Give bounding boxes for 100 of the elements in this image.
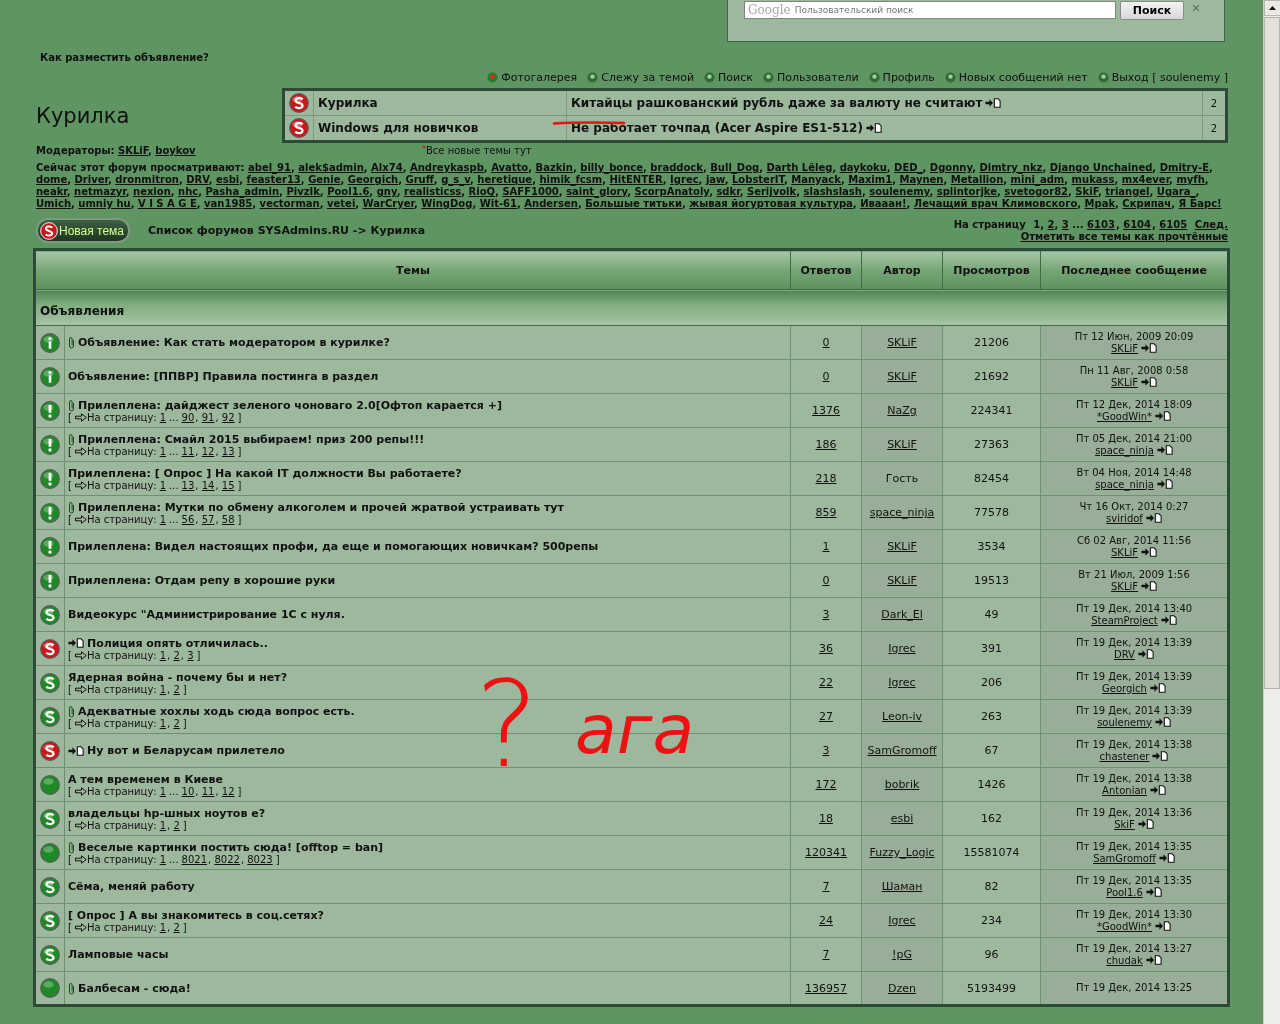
replies-link[interactable]: 0	[822, 370, 830, 383]
goto-post-icon[interactable]	[68, 638, 84, 648]
goto-post-icon[interactable]	[1137, 818, 1154, 829]
goto-post-icon[interactable]	[1155, 920, 1172, 931]
page-link[interactable]: 13	[181, 479, 195, 491]
page-link[interactable]: 1	[159, 445, 167, 457]
nav-link[interactable]: Новых сообщений нет	[944, 71, 1088, 84]
goto-post-icon[interactable]	[1145, 512, 1162, 523]
replies-link[interactable]: 859	[815, 506, 837, 519]
page-link[interactable]: 1	[159, 819, 167, 831]
page-link[interactable]: 8021	[181, 853, 208, 865]
topic-link[interactable]: владельцы hp-шных ноутов е?	[68, 806, 266, 820]
replies-link[interactable]: 27	[819, 710, 833, 723]
topic-link[interactable]: Прилеплена: Отдам репу в хорошие руки	[68, 574, 336, 587]
user-link[interactable]: SkiF	[1075, 186, 1098, 197]
topic-link[interactable]: Балбесам - сюда!	[78, 981, 191, 995]
replies-link[interactable]: 0	[822, 574, 830, 587]
page-link[interactable]: 1	[159, 513, 167, 525]
user-link[interactable]: жывая йогуртовая культура	[689, 198, 853, 209]
user-link[interactable]: SKLiF	[117, 145, 148, 156]
user-link[interactable]: vectorman	[259, 198, 320, 209]
page-link[interactable]: 1	[159, 921, 167, 933]
user-link[interactable]: sdkr	[716, 186, 740, 197]
author-link[interactable]: SKLiF	[887, 336, 917, 349]
user-link[interactable]: Alx74	[371, 162, 403, 173]
page-link[interactable]: 2	[173, 649, 180, 661]
scroll-up-button[interactable]	[1264, 0, 1280, 16]
replies-link[interactable]: 172	[815, 778, 837, 791]
page-link[interactable]: 12	[201, 445, 215, 457]
author-link[interactable]: chastener	[1099, 750, 1150, 762]
replies-link[interactable]: 7	[822, 948, 830, 961]
user-link[interactable]: dronmitron	[115, 174, 179, 185]
topic-link[interactable]: Прилеплена: Смайл 2015 выбираем! приз 200 репы!!!	[78, 432, 425, 446]
replies-link[interactable]: 1376	[812, 404, 840, 417]
author-link[interactable]: sviridof	[1106, 512, 1143, 524]
author-link[interactable]: SKLiF	[887, 574, 917, 587]
page-link[interactable]: 1	[159, 683, 167, 695]
author-link[interactable]: Dzen	[888, 981, 916, 995]
author-link[interactable]: SKLiF	[1111, 580, 1138, 592]
replies-link[interactable]: 24	[819, 914, 833, 927]
user-link[interactable]: daykoku	[839, 162, 887, 173]
page-link[interactable]: 58	[221, 513, 235, 525]
author-link[interactable]: soulenemy	[1097, 716, 1152, 728]
nav-link[interactable]: Пользователи	[762, 71, 859, 84]
page-link[interactable]: 1	[159, 411, 167, 423]
goto-post-icon[interactable]	[1141, 376, 1157, 387]
page-link[interactable]: 8022	[214, 853, 240, 865]
search-field[interactable]: Пользовательский поиск	[794, 5, 1095, 15]
user-link[interactable]: triangel	[1105, 186, 1150, 197]
page-link[interactable]: 57	[201, 513, 215, 525]
user-link[interactable]: jaw	[705, 174, 725, 185]
page-link[interactable]: 8023	[247, 853, 273, 865]
author-link[interactable]: SKLiF	[887, 540, 917, 553]
user-link[interactable]: splintorjke	[936, 186, 997, 197]
author-link[interactable]: SKLiF	[887, 438, 917, 451]
page-link[interactable]: 6103	[1087, 218, 1115, 231]
user-link[interactable]: Я Барс!	[1178, 198, 1222, 209]
replies-link[interactable]: 186	[815, 438, 837, 451]
topic-link[interactable]: Прилеплена: Мутки по обмену алкоголем и прочей жратвой устраивать тут	[78, 500, 564, 514]
user-link[interactable]: alek$admin	[298, 162, 364, 173]
page-link[interactable]: 14	[201, 479, 215, 491]
breadcrumb[interactable]: Список форумов SYSAdmins.RU -> Курилка	[148, 224, 426, 237]
nav-link[interactable]: Поиск	[704, 71, 753, 84]
goto-post-icon[interactable]	[1160, 614, 1177, 625]
goto-post-icon[interactable]	[1145, 886, 1162, 897]
ad-link[interactable]: Как разместить объявление?	[40, 52, 209, 63]
author-link[interactable]: *GoodWin*	[1096, 920, 1153, 932]
replies-link[interactable]: 22	[819, 676, 833, 689]
replies-link[interactable]: 3	[822, 744, 830, 757]
user-link[interactable]: boykov	[155, 145, 196, 156]
user-link[interactable]: LobsterIT	[732, 174, 784, 185]
author-link[interactable]: DRV	[1114, 648, 1135, 660]
user-link[interactable]: Dimtry_nkz	[979, 162, 1043, 173]
user-link[interactable]: HitENTER	[609, 174, 663, 185]
page-link[interactable]: 11	[181, 445, 195, 457]
replies-link[interactable]: 218	[815, 472, 837, 485]
user-link[interactable]: soulenemy	[869, 186, 930, 197]
user-link[interactable]: braddock	[650, 162, 703, 173]
author-link[interactable]: Leon-iv	[882, 710, 922, 723]
user-link[interactable]: Genie	[308, 174, 341, 185]
goto-post-icon[interactable]	[1156, 444, 1173, 455]
goto-post-icon[interactable]	[1149, 784, 1166, 795]
goto-post-icon[interactable]	[1145, 954, 1162, 965]
author-link[interactable]: space_ninja	[1095, 444, 1154, 456]
topic-link[interactable]: Объявление: [ППВР] Правила постинга в раздел	[68, 370, 379, 383]
goto-post-icon[interactable]	[1155, 410, 1172, 421]
goto-post-icon[interactable]	[1141, 580, 1157, 591]
user-link[interactable]: Andreykaspb	[409, 162, 484, 173]
user-link[interactable]: Driver	[74, 174, 108, 185]
goto-post-icon[interactable]	[1149, 682, 1166, 693]
user-link[interactable]: Ивааан!	[860, 198, 907, 209]
replies-link[interactable]: 1	[822, 540, 830, 553]
user-link[interactable]: Umich	[36, 198, 71, 209]
user-link[interactable]: myfh	[1176, 174, 1205, 185]
user-link[interactable]: WarCryer	[362, 198, 414, 209]
author-link[interactable]: SKLiF	[1111, 546, 1138, 558]
page-link[interactable]: 1	[159, 717, 167, 729]
user-link[interactable]: WingDog	[421, 198, 473, 209]
new-topics-link[interactable]: Все новые темы тут	[426, 145, 532, 156]
page-link[interactable]: 11	[201, 785, 215, 797]
